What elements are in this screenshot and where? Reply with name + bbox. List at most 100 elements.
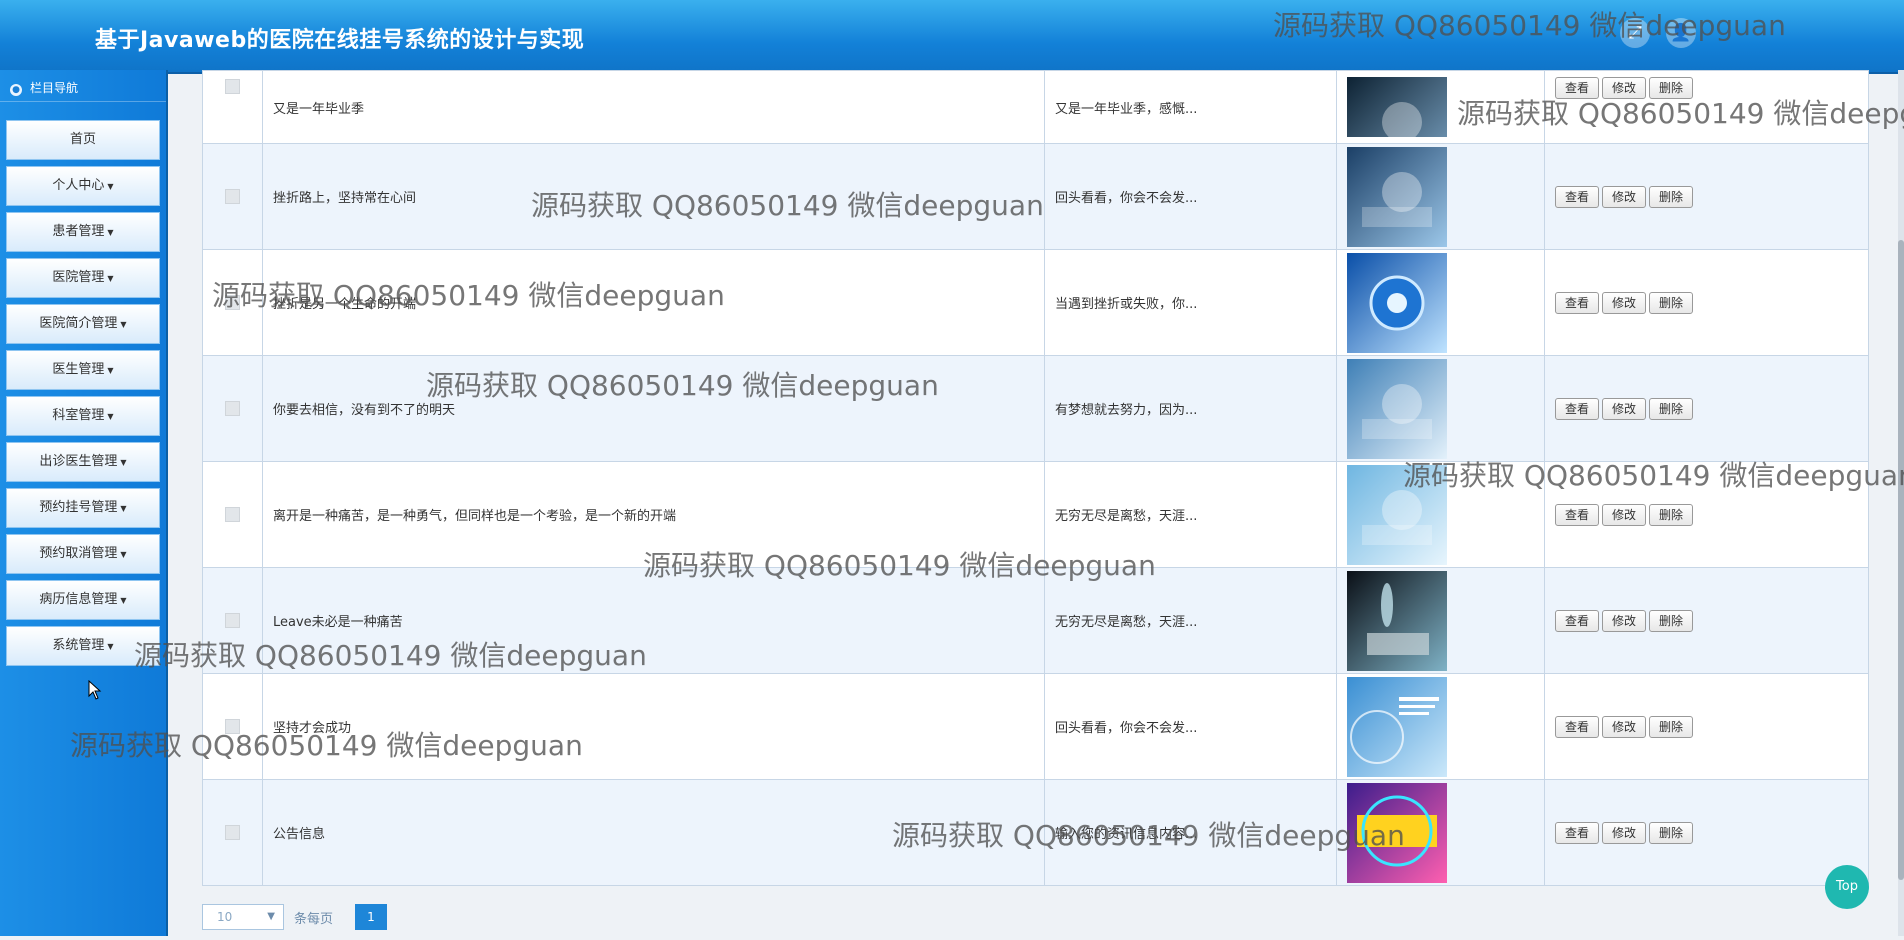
back-to-top-button[interactable]: Top (1825, 865, 1869, 909)
view-button[interactable]: 查看 (1555, 821, 1600, 844)
row-checkbox[interactable] (225, 506, 240, 522)
sidebar-item-label: 患者管理 (52, 224, 105, 239)
row-title: Leave未必是一种痛苦 (273, 615, 403, 630)
row-checkbox[interactable] (225, 188, 240, 204)
table-row: 公告信息 输入您的资讯信息内容... 查看 修改 删除 (202, 779, 1869, 886)
delete-button[interactable]: 删除 (1649, 821, 1694, 844)
view-button[interactable]: 查看 (1555, 609, 1600, 632)
delete-button[interactable]: 删除 (1649, 609, 1694, 632)
sidebar-item-10[interactable]: 病历信息管理 ▼ (6, 580, 160, 620)
table-row: 挫折是另一个生命的开端 当遇到挫折或失败，你... 查看 修改 删除 (202, 249, 1869, 356)
fullscreen-icon[interactable]: ⤢ (1620, 18, 1650, 48)
top-header: 基于Javaweb的医院在线挂号系统的设计与实现 ⤢ 👤 (0, 0, 1904, 74)
caret-down-icon: ▼ (120, 550, 127, 559)
sidebar-item-0[interactable]: 首页 (6, 120, 160, 160)
nav-icon: ● (10, 84, 22, 96)
page-size-value: 10 (217, 910, 233, 924)
sidebar-item-11[interactable]: 系统管理 ▼ (6, 626, 160, 666)
row-title: 坚持才会成功 (273, 721, 352, 736)
row-checkbox[interactable] (225, 824, 240, 840)
row-checkbox[interactable] (225, 718, 240, 734)
sidebar-item-7[interactable]: 出诊医生管理 ▼ (6, 442, 160, 482)
table-row: Leave未必是一种痛苦 无穷无尽是离愁，天涯... 查看 修改 删除 (202, 567, 1869, 674)
caret-down-icon: ▼ (107, 366, 114, 375)
edit-button[interactable]: 修改 (1602, 609, 1647, 632)
sidebar: ● 栏目导航 首页 个人中心 ▼ 患者管理 ▼ 医院管理 ▼ 医院简介管理 ▼ 医生管理 ▼ 科室管理 ▼… (0, 70, 168, 936)
edit-button[interactable]: 修改 (1602, 715, 1647, 738)
sidebar-heading: ● 栏目导航 (0, 74, 166, 102)
delete-button[interactable]: 删除 (1649, 397, 1694, 420)
sidebar-item-label: 科室管理 (52, 408, 105, 423)
scrollbar-thumb[interactable] (1898, 240, 1904, 880)
table-row: 坚持才会成功 回头看看，你会不会发... 查看 修改 删除 (202, 673, 1869, 780)
sidebar-item-label: 个人中心 (52, 178, 105, 193)
row-title: 挫折路上，坚持常在心间 (273, 191, 417, 206)
row-summary: 又是一年毕业季，感慨... (1055, 101, 1198, 117)
mouse-cursor-icon (88, 680, 102, 700)
sidebar-item-8[interactable]: 预约挂号管理 ▼ (6, 488, 160, 528)
row-checkbox[interactable] (225, 400, 240, 416)
view-button[interactable]: 查看 (1555, 715, 1600, 738)
row-title: 挫折是另一个生命的开端 (273, 297, 417, 312)
sidebar-heading-label: 栏目导航 (30, 81, 79, 95)
news-table-wrapper: 又是一年毕业季 又是一年毕业季，感慨... 查看 修改 删除 挫折路上，坚持常在心间 回头看… (202, 70, 1869, 886)
caret-down-icon: ▼ (107, 642, 114, 651)
row-summary: 当遇到挫折或失败，你... (1055, 297, 1198, 312)
edit-button[interactable]: 修改 (1602, 185, 1647, 208)
edit-button[interactable]: 修改 (1602, 397, 1647, 420)
row-summary: 回头看看，你会不会发... (1055, 191, 1198, 206)
row-checkbox[interactable] (225, 612, 240, 628)
view-button[interactable]: 查看 (1555, 185, 1600, 208)
edit-button[interactable]: 修改 (1602, 291, 1647, 314)
sidebar-item-1[interactable]: 个人中心 ▼ (6, 166, 160, 206)
row-thumbnail-image (1347, 146, 1447, 247)
row-thumbnail-image (1347, 358, 1447, 459)
row-checkbox[interactable] (225, 79, 240, 94)
sidebar-item-5[interactable]: 医生管理 ▼ (6, 350, 160, 390)
caret-down-icon: ▼ (120, 320, 127, 329)
table-row: 又是一年毕业季 又是一年毕业季，感慨... 查看 修改 删除 (202, 70, 1869, 144)
user-icon[interactable]: 👤 (1666, 18, 1696, 48)
caret-down-icon: ▼ (107, 412, 114, 421)
page-button-current[interactable]: 1 (355, 904, 387, 930)
row-summary: 输入您的资讯信息内容... (1055, 827, 1198, 842)
row-thumbnail-image (1347, 676, 1447, 777)
sidebar-item-label: 预约取消管理 (39, 546, 118, 561)
delete-button[interactable]: 删除 (1649, 77, 1694, 99)
news-table: 又是一年毕业季 又是一年毕业季，感慨... 查看 修改 删除 挫折路上，坚持常在心间 回头看… (202, 70, 1869, 886)
view-button[interactable]: 查看 (1555, 397, 1600, 420)
caret-down-icon: ▼ (107, 228, 114, 237)
sidebar-item-label: 医生管理 (52, 362, 105, 377)
page-size-select[interactable]: 10 ▼ (202, 904, 284, 930)
sidebar-item-9[interactable]: 预约取消管理 ▼ (6, 534, 160, 574)
scrollbar[interactable] (1898, 70, 1904, 936)
delete-button[interactable]: 删除 (1649, 291, 1694, 314)
row-summary: 有梦想就去努力，因为... (1055, 403, 1198, 418)
sidebar-item-label: 系统管理 (52, 638, 105, 653)
sidebar-item-label: 预约挂号管理 (39, 500, 118, 515)
row-title: 你要去相信，没有到不了的明天 (273, 403, 456, 418)
view-button[interactable]: 查看 (1555, 77, 1600, 99)
sidebar-item-4[interactable]: 医院简介管理 ▼ (6, 304, 160, 344)
row-checkbox[interactable] (225, 294, 240, 310)
edit-button[interactable]: 修改 (1602, 77, 1647, 99)
chevron-down-icon: ▼ (267, 911, 275, 922)
table-row: 挫折路上，坚持常在心间 回头看看，你会不会发... 查看 修改 删除 (202, 143, 1869, 250)
row-thumbnail-image (1347, 464, 1447, 565)
sidebar-item-6[interactable]: 科室管理 ▼ (6, 396, 160, 436)
table-row: 离开是一种痛苦，是一种勇气，但同样也是一个考验，是一个新的开端 无穷无尽是离愁，天… (202, 461, 1869, 568)
row-thumbnail-image (1347, 570, 1447, 671)
view-button[interactable]: 查看 (1555, 503, 1600, 526)
row-title: 离开是一种痛苦，是一种勇气，但同样也是一个考验，是一个新的开端 (273, 509, 677, 524)
caret-down-icon: ▼ (107, 182, 114, 191)
sidebar-item-label: 医院简介管理 (39, 316, 118, 331)
edit-button[interactable]: 修改 (1602, 503, 1647, 526)
sidebar-item-3[interactable]: 医院管理 ▼ (6, 258, 160, 298)
delete-button[interactable]: 删除 (1649, 185, 1694, 208)
sidebar-item-2[interactable]: 患者管理 ▼ (6, 212, 160, 252)
sidebar-item-label: 出诊医生管理 (39, 454, 118, 469)
view-button[interactable]: 查看 (1555, 291, 1600, 314)
delete-button[interactable]: 删除 (1649, 503, 1694, 526)
edit-button[interactable]: 修改 (1602, 821, 1647, 844)
delete-button[interactable]: 删除 (1649, 715, 1694, 738)
